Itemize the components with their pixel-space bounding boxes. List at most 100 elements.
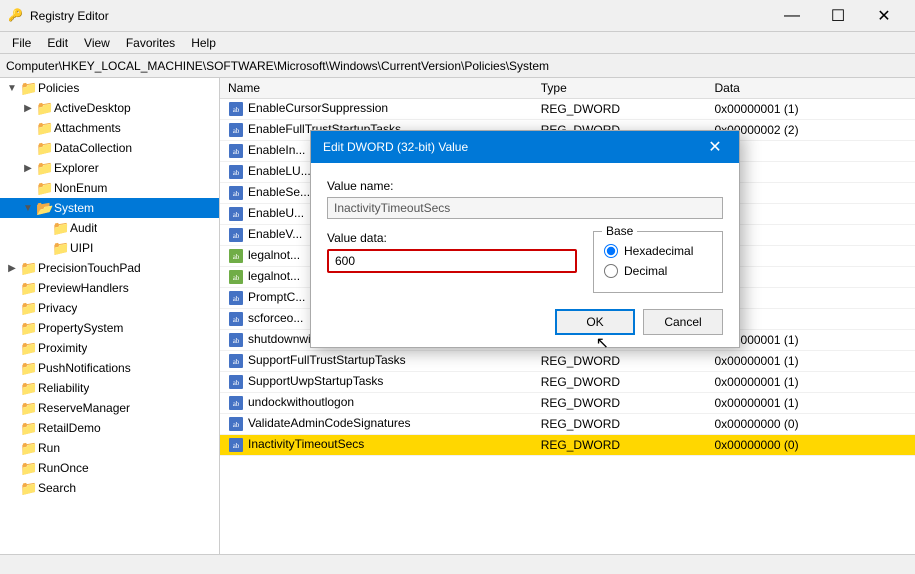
tree-item-run[interactable]: 📁 Run	[0, 438, 219, 458]
tree-item-reservemanager[interactable]: 📁 ReserveManager	[0, 398, 219, 418]
tree-label-precisiontouchpad: PrecisionTouchPad	[38, 261, 141, 275]
cancel-button[interactable]: Cancel	[643, 309, 723, 335]
minimize-button[interactable]: —	[769, 0, 815, 32]
tree-label-reliability: Reliability	[38, 381, 89, 395]
decimal-radio[interactable]	[604, 264, 618, 278]
reg-type: REG_DWORD	[533, 372, 707, 393]
dword-icon: ab	[228, 227, 244, 243]
tree-item-precisiontouchpad[interactable]: ▶ 📁 PrecisionTouchPad	[0, 258, 219, 278]
value-name-input[interactable]	[327, 197, 723, 219]
folder-icon-propertysystem: 📁	[20, 320, 38, 337]
svg-text:ab: ab	[233, 211, 240, 219]
table-row[interactable]: abSupportUwpStartupTasksREG_DWORD0x00000…	[220, 372, 915, 393]
tree-item-propertysystem[interactable]: 📁 PropertySystem	[0, 318, 219, 338]
menu-edit[interactable]: Edit	[39, 34, 76, 52]
dialog-close-button[interactable]: ✕	[703, 135, 727, 159]
decimal-label: Decimal	[624, 264, 667, 278]
svg-text:ab: ab	[233, 337, 240, 345]
tree-item-activedesktop[interactable]: ▶ 📁 ActiveDesktop	[0, 98, 219, 118]
reg-data: 0x00000001 (1)	[707, 351, 915, 372]
table-row[interactable]: abSupportFullTrustStartupTasksREG_DWORD0…	[220, 351, 915, 372]
reg-data: 0x00000000 (0)	[707, 435, 915, 456]
menu-file[interactable]: File	[4, 34, 39, 52]
tree-item-proximity[interactable]: 📁 Proximity	[0, 338, 219, 358]
dword-icon: ab	[228, 101, 244, 117]
reg-type: REG_DWORD	[533, 435, 707, 456]
tree-item-explorer[interactable]: ▶ 📁 Explorer	[0, 158, 219, 178]
col-type: Type	[533, 78, 707, 99]
hexadecimal-radio[interactable]	[604, 244, 618, 258]
folder-icon-pushnotifications: 📁	[20, 360, 38, 377]
edit-dword-dialog[interactable]: Edit DWORD (32-bit) Value ✕ Value name: …	[310, 130, 740, 348]
folder-icon-previewhandlers: 📁	[20, 280, 38, 297]
tree-item-uipi[interactable]: 📁 UIPI	[0, 238, 219, 258]
reg-type: REG_DWORD	[533, 99, 707, 120]
tree-item-privacy[interactable]: 📁 Privacy	[0, 298, 219, 318]
reg-name: undockwithoutlogon	[248, 395, 354, 409]
dialog-body: Value name: Value data: Base Hexadecimal	[311, 163, 739, 347]
hexadecimal-option[interactable]: Hexadecimal	[604, 244, 712, 258]
folder-icon-privacy: 📁	[20, 300, 38, 317]
svg-text:ab: ab	[233, 253, 240, 261]
table-row[interactable]: ab InactivityTimeoutSecs REG_DWORD0x000000…	[220, 435, 915, 456]
tree-item-audit[interactable]: 📁 Audit	[0, 218, 219, 238]
tree-item-runonce[interactable]: 📁 RunOnce	[0, 458, 219, 478]
table-row[interactable]: abValidateAdminCodeSignaturesREG_DWORD0x…	[220, 414, 915, 435]
expand-explorer[interactable]: ▶	[20, 163, 36, 174]
reg-name: EnableCursorSuppression	[248, 101, 388, 115]
tree-item-pushnotifications[interactable]: 📁 PushNotifications	[0, 358, 219, 378]
tree-item-reliability[interactable]: 📁 Reliability	[0, 378, 219, 398]
tree-label-pushnotifications: PushNotifications	[38, 361, 131, 375]
tree-label-attachments: Attachments	[54, 121, 121, 135]
reg-name: legalnot...	[248, 248, 300, 262]
tree-label-datacollection: DataCollection	[54, 141, 132, 155]
table-row[interactable]: ab EnableCursorSuppression REG_DWORD0x0000…	[220, 99, 915, 120]
tree-item-search[interactable]: 📁 Search	[0, 478, 219, 498]
tree-label-activedesktop: ActiveDesktop	[54, 101, 131, 115]
tree-item-policies[interactable]: ▼ 📁 Policies	[0, 78, 219, 98]
svg-text:ab: ab	[233, 106, 240, 114]
app-icon: 🔑	[8, 8, 24, 24]
menu-favorites[interactable]: Favorites	[118, 34, 183, 52]
expand-activedesktop[interactable]: ▶	[20, 103, 36, 114]
svg-text:ab: ab	[233, 400, 240, 408]
tree-label-nonenum: NonEnum	[54, 181, 107, 195]
decimal-option[interactable]: Decimal	[604, 264, 712, 278]
svg-text:ab: ab	[233, 358, 240, 366]
table-row[interactable]: abundockwithoutlogonREG_DWORD0x00000001 …	[220, 393, 915, 414]
tree-item-previewhandlers[interactable]: 📁 PreviewHandlers	[0, 278, 219, 298]
tree-item-attachments[interactable]: 📁 Attachments	[0, 118, 219, 138]
svg-text:ab: ab	[233, 442, 240, 450]
tree-item-retaildemo[interactable]: 📁 RetailDemo	[0, 418, 219, 438]
reg-name: scforceo...	[248, 311, 303, 325]
dword-icon: ab	[228, 185, 244, 201]
dialog-title-bar: Edit DWORD (32-bit) Value ✕	[311, 131, 739, 163]
hexadecimal-label: Hexadecimal	[624, 244, 693, 258]
tree-item-system[interactable]: ▼ 📂 System	[0, 198, 219, 218]
reg-name: InactivityTimeoutSecs	[248, 437, 364, 451]
menu-help[interactable]: Help	[183, 34, 224, 52]
col-name: Name	[220, 78, 533, 99]
tree-label-uipi: UIPI	[70, 241, 93, 255]
menu-view[interactable]: View	[76, 34, 118, 52]
value-data-input[interactable]	[327, 249, 577, 273]
expand-precisiontouchpad[interactable]: ▶	[4, 263, 20, 274]
maximize-button[interactable]: ☐	[815, 0, 861, 32]
expand-system[interactable]: ▼	[20, 203, 36, 214]
tree-label-search: Search	[38, 481, 76, 495]
svg-text:ab: ab	[233, 295, 240, 303]
ok-button[interactable]: OK	[555, 309, 635, 335]
base-legend: Base	[602, 224, 637, 238]
value-name-label: Value name:	[327, 179, 723, 193]
close-button[interactable]: ✕	[861, 0, 907, 32]
dword-icon: ab	[228, 206, 244, 222]
folder-icon-runonce: 📁	[20, 460, 38, 477]
folder-icon-nonenum: 📁	[36, 180, 54, 197]
value-data-label: Value data:	[327, 231, 577, 245]
tree-item-datacollection[interactable]: 📁 DataCollection	[0, 138, 219, 158]
tree-item-nonenum[interactable]: 📁 NonEnum	[0, 178, 219, 198]
reg-data: 0x00000001 (1)	[707, 99, 915, 120]
menu-bar: File Edit View Favorites Help	[0, 32, 915, 54]
tree-label-privacy: Privacy	[38, 301, 77, 315]
expand-policies[interactable]: ▼	[4, 83, 20, 94]
